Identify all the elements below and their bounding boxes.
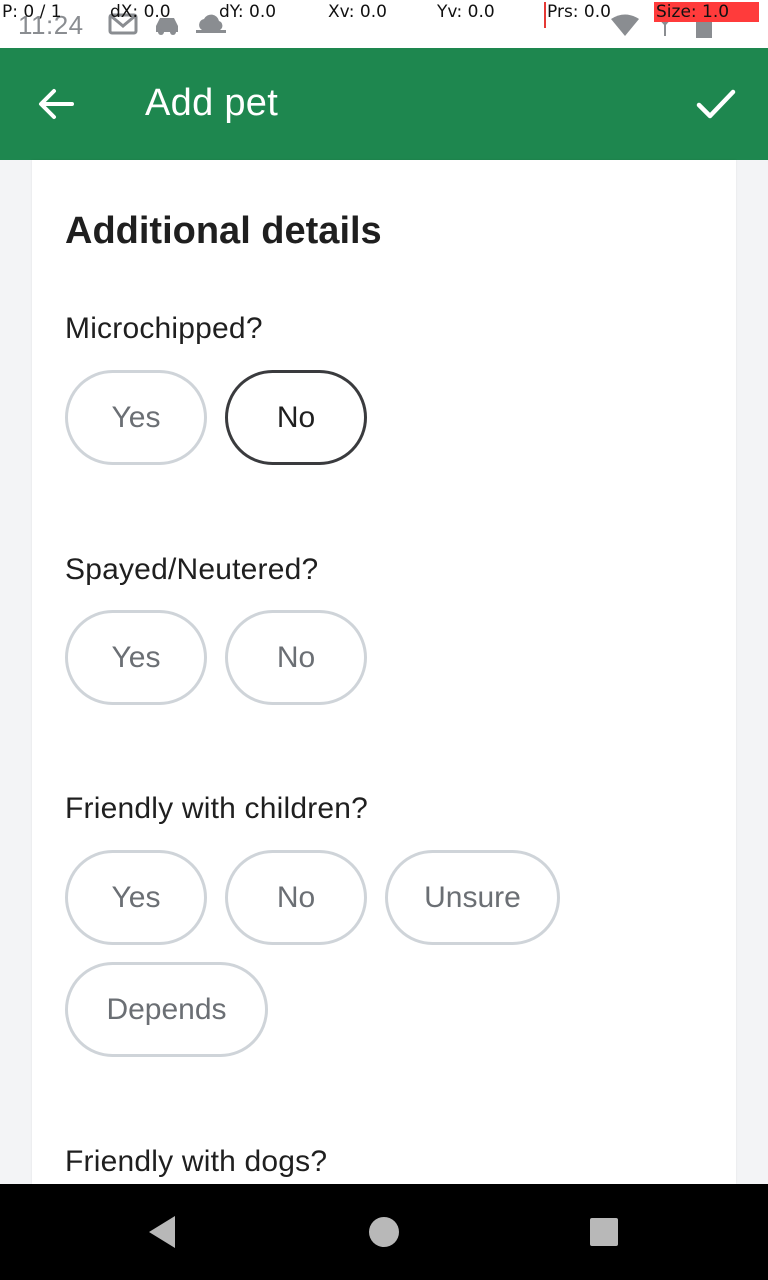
check-icon [696, 89, 736, 119]
overlay-dy: dY: 0.0 [219, 2, 277, 22]
back-triangle-icon [149, 1216, 175, 1248]
friendly-dogs-label: Friendly with dogs? [65, 1145, 328, 1178]
overlay-dx: dX: 0.0 [110, 2, 171, 22]
pointer-debug-overlay: P: 0 / 1 dX: 0.0 dY: 0.0 Xv: 0.0 Yv: 0.0… [0, 2, 768, 28]
spayed-no-chip[interactable]: No [225, 610, 367, 705]
app-bar: Add pet [0, 48, 768, 160]
system-nav-bar [0, 1184, 768, 1280]
spayed-neutered-label: Spayed/Neutered? [65, 553, 319, 586]
overlay-yv: Yv: 0.0 [437, 2, 495, 22]
nav-home-button[interactable] [360, 1208, 408, 1256]
overlay-xv: Xv: 0.0 [328, 2, 387, 22]
overlay-prs-marker [544, 2, 546, 28]
home-circle-icon [369, 1217, 399, 1247]
additional-details-card: Additional details Microchipped? Yes No … [32, 160, 736, 1184]
microchipped-label: Microchipped? [65, 312, 263, 345]
status-bar: 11:24 P: 0 / 1 dX: 0.0 dY: 0.0 Xv: 0.0 Y… [0, 0, 768, 48]
overlay-p: P: 0 / 1 [2, 2, 62, 22]
microchipped-no-chip[interactable]: No [225, 370, 367, 465]
arrow-left-icon [39, 89, 74, 119]
spayed-yes-chip[interactable]: Yes [65, 610, 207, 705]
children-yes-chip[interactable]: Yes [65, 850, 207, 945]
microchipped-yes-chip[interactable]: Yes [65, 370, 207, 465]
page-title: Add pet [145, 82, 279, 124]
nav-back-button[interactable] [138, 1208, 186, 1256]
children-unsure-chip[interactable]: Unsure [385, 850, 560, 945]
friendly-children-label: Friendly with children? [65, 792, 369, 825]
section-title: Additional details [65, 210, 382, 252]
overlay-prs: Prs: 0.0 [547, 2, 611, 22]
screen: 11:24 P: 0 / 1 dX: 0.0 dY: 0.0 Xv: 0.0 Y… [0, 0, 768, 1280]
nav-recents-button[interactable] [580, 1208, 628, 1256]
save-button[interactable] [690, 78, 742, 130]
back-button[interactable] [30, 78, 82, 130]
children-depends-chip[interactable]: Depends [65, 962, 268, 1057]
overlay-size: Size: 1.0 [654, 2, 760, 22]
recents-square-icon [590, 1218, 618, 1246]
children-no-chip[interactable]: No [225, 850, 367, 945]
